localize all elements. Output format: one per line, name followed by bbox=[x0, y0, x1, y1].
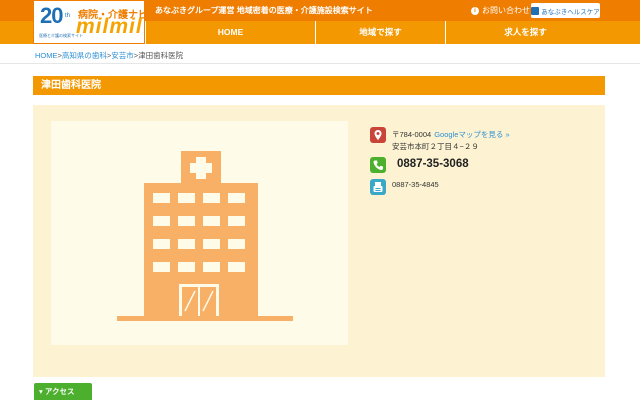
phone-icon bbox=[370, 157, 386, 173]
breadcrumb-home[interactable]: HOME bbox=[35, 51, 58, 60]
logo-brand-sub: 医療と介護の検索サイト bbox=[39, 33, 83, 38]
google-map-link[interactable]: Googleマップを見る » bbox=[434, 130, 509, 139]
logo-brand-main: milmil bbox=[76, 15, 143, 38]
breadcrumb-current: 津田歯科医院 bbox=[138, 51, 184, 60]
logo-years: 20 bbox=[40, 3, 64, 28]
health-care-icon bbox=[531, 6, 540, 15]
fax-number: 0887-35-4845 bbox=[392, 180, 439, 189]
site-tagline: あなぶきグループ運営 地域密着の医療・介護施設検索サイト bbox=[155, 6, 373, 15]
breadcrumb-divider bbox=[0, 63, 640, 64]
facility-detail-panel: 〒784-0004 Googleマップを見る » 安芸市本町２丁目４−２９ 088… bbox=[33, 105, 605, 377]
logo-years-suffix: th bbox=[65, 13, 71, 19]
page-title: 津田歯科医院 bbox=[33, 76, 605, 95]
access-section-tab[interactable]: ▾ アクセス bbox=[34, 383, 92, 400]
phone-number[interactable]: 0887-35-3068 bbox=[397, 158, 469, 170]
health-care-button[interactable]: あなぶきヘルスケア bbox=[531, 3, 600, 18]
site-logo[interactable]: 20 th 病院・介護ナビ milmil 医療と介護の検索サイト bbox=[33, 0, 148, 44]
nav-home[interactable]: HOME bbox=[145, 21, 315, 44]
hospital-building-icon bbox=[117, 151, 293, 321]
nav-area-search[interactable]: 地域で探す bbox=[315, 21, 445, 44]
postal-code-row: 〒784-0004 Googleマップを見る » bbox=[392, 129, 510, 140]
contact-link[interactable]: i お問い合わせ bbox=[471, 5, 530, 16]
breadcrumb: HOME>高知県の歯科>安芸市>津田歯科医院 bbox=[35, 50, 183, 61]
street-address: 安芸市本町２丁目４−２９ bbox=[392, 142, 479, 151]
fax-icon bbox=[370, 179, 386, 195]
postal-code: 〒784-0004 bbox=[392, 130, 432, 139]
nav-job-search[interactable]: 求人を探す bbox=[445, 21, 605, 44]
facility-photo bbox=[51, 121, 348, 345]
info-circle-icon: i bbox=[471, 6, 479, 15]
breadcrumb-pref[interactable]: 高知県の歯科 bbox=[62, 51, 107, 60]
contact-label: お問い合わせ bbox=[482, 6, 530, 15]
health-care-label: あなぶきヘルスケア bbox=[541, 8, 600, 16]
breadcrumb-city[interactable]: 安芸市 bbox=[111, 51, 134, 60]
map-pin-icon bbox=[370, 127, 386, 143]
